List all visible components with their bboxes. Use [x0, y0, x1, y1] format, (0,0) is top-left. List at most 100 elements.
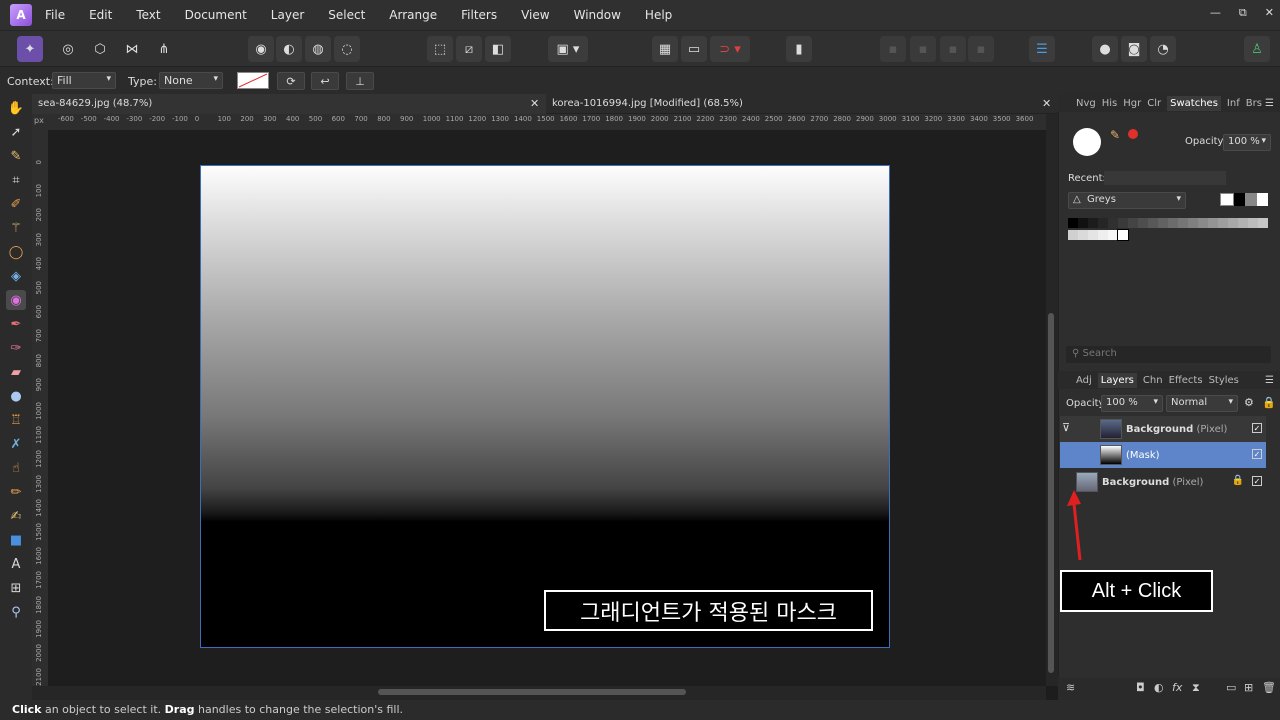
menu-layer[interactable]: Layer — [271, 8, 304, 22]
selection-brush-tool-icon[interactable]: ✐ — [6, 194, 26, 214]
close-button[interactable]: ✕ — [1265, 6, 1274, 20]
tab-histogram[interactable]: Hgr — [1123, 98, 1141, 109]
grey-swatch[interactable] — [1068, 230, 1078, 240]
add-pixel-layer-icon[interactable]: ⊞ — [1244, 681, 1253, 694]
snapping-magnet-icon[interactable]: ⊃ ▾ — [710, 36, 750, 62]
mesh-warp-tool-icon[interactable]: ⊞ — [6, 578, 26, 598]
grey-swatch[interactable] — [1078, 230, 1088, 240]
tab-navigator[interactable]: Nvg — [1076, 98, 1096, 109]
layer-visibility-checkbox[interactable]: ✓ — [1252, 476, 1262, 486]
tab-sea[interactable]: sea-84629.jpg (48.7%) — [32, 94, 546, 114]
white-swatch[interactable] — [1256, 193, 1268, 206]
fill-swatch[interactable] — [237, 72, 269, 89]
type-select[interactable]: None — [159, 72, 223, 89]
black-swatch[interactable] — [1233, 193, 1245, 206]
rectangle-tool-icon[interactable]: ■ — [6, 530, 26, 550]
menu-view[interactable]: View — [521, 8, 549, 22]
grey-swatch[interactable] — [1117, 229, 1129, 241]
freehand-selection-tool-icon[interactable]: ◯ — [6, 242, 26, 262]
mask-layer-icon[interactable]: ◘ — [1136, 681, 1145, 694]
auto-levels-icon[interactable]: ◉ — [248, 36, 274, 62]
tab-channels[interactable]: Chn — [1143, 375, 1163, 386]
grey-swatch[interactable] — [1128, 218, 1138, 228]
zoom-tool-icon[interactable]: ⚲ — [6, 602, 26, 622]
boolean-intersect-icon[interactable]: ◔ — [1150, 36, 1176, 62]
snapping-grid-icon[interactable]: ▦ — [652, 36, 678, 62]
tab-styles[interactable]: Styles — [1209, 375, 1239, 386]
layer-settings-gear-icon[interactable]: ⚙ — [1244, 396, 1254, 409]
grey-swatch-grid[interactable] — [1068, 218, 1268, 244]
grey-swatch[interactable] — [1138, 218, 1148, 228]
boolean-subtract-icon[interactable]: ◙ — [1121, 36, 1147, 62]
grey-swatch[interactable] — [1098, 230, 1108, 240]
grey-swatch[interactable] — [1068, 218, 1078, 228]
vertical-scroll-thumb[interactable] — [1048, 313, 1054, 673]
color-replacement-tool-icon[interactable]: ✑ — [6, 338, 26, 358]
search-input[interactable]: ⚲ Search — [1066, 346, 1271, 363]
grey-swatch[interactable] — [1188, 218, 1198, 228]
grey-swatch[interactable] — [1178, 218, 1188, 228]
layer-row-background-2[interactable]: Background (Pixel) 🔒 ✓ — [1060, 469, 1266, 495]
layer-row-mask[interactable]: (Mask) ✓ — [1060, 442, 1266, 468]
tab-korea-close-icon[interactable]: ✕ — [1042, 97, 1051, 110]
minimize-button[interactable]: — — [1210, 6, 1221, 20]
artistic-text-tool-icon[interactable]: A — [6, 554, 26, 574]
fx-icon[interactable]: fx — [1172, 681, 1182, 694]
grey-swatch[interactable] — [1118, 218, 1128, 228]
grey-swatch[interactable] — [1148, 218, 1158, 228]
fill-color-well[interactable] — [1073, 128, 1101, 156]
marquee-icon[interactable]: ⬚ — [427, 36, 453, 62]
menu-document[interactable]: Document — [185, 8, 247, 22]
menu-help[interactable]: Help — [645, 8, 672, 22]
menu-edit[interactable]: Edit — [89, 8, 112, 22]
color-picker-icon[interactable]: ✎ — [1110, 128, 1120, 142]
grey-swatch[interactable] — [1088, 230, 1098, 240]
menu-select[interactable]: Select — [328, 8, 365, 22]
tab-info[interactable]: Inf — [1227, 98, 1240, 109]
layers-menu-icon[interactable]: ☰ — [1265, 375, 1274, 386]
mask-visibility-checkbox[interactable]: ✓ — [1252, 449, 1262, 459]
rotate-icon[interactable]: ↩ — [311, 72, 339, 90]
flood-fill-tool-icon[interactable]: ◈ — [6, 266, 26, 286]
grey-swatch[interactable] — [1218, 218, 1228, 228]
deselect-icon[interactable]: ⧄ — [456, 36, 482, 62]
account-icon[interactable]: ♙ — [1244, 36, 1270, 62]
tab-layers[interactable]: Layers — [1097, 372, 1137, 388]
grey-swatch[interactable] — [1228, 218, 1238, 228]
cursor-icon[interactable]: ▮ — [786, 36, 812, 62]
develop-persona-icon[interactable]: ⬡ — [87, 36, 113, 62]
auto-colors-icon[interactable]: ◍ — [305, 36, 331, 62]
magic-wand-tool-icon[interactable]: ⚚ — [6, 218, 26, 238]
none-swatch[interactable] — [1220, 193, 1234, 206]
export-persona-icon[interactable]: ⋔ — [151, 36, 177, 62]
aspect-icon[interactable]: ⊥ — [346, 72, 374, 90]
reverse-icon[interactable]: ⟳ — [277, 72, 305, 90]
layer-locked-icon[interactable]: 🔒 — [1232, 475, 1244, 486]
clone-brush-tool-icon[interactable]: ♖ — [6, 410, 26, 430]
auto-contrast-icon[interactable]: ◐ — [276, 36, 302, 62]
tab-sea-close-icon[interactable]: ✕ — [530, 97, 539, 110]
tab-korea[interactable]: korea-1016994.jpg [Modified] (68.5%) — [546, 94, 1058, 114]
grey-swatch[interactable] — [1238, 218, 1248, 228]
delete-layer-icon[interactable]: 🗑 — [1262, 681, 1276, 694]
grey-swatch[interactable] — [1208, 218, 1218, 228]
quick-mask-icon[interactable]: ▣ ▾ — [548, 36, 588, 62]
red-eye-tool-icon[interactable]: ✏ — [6, 482, 26, 502]
context-select[interactable]: Fill — [52, 72, 116, 89]
layer-row-background-1[interactable]: Background (Pixel) ✓ — [1060, 416, 1266, 442]
auto-white-balance-icon[interactable]: ◌ — [334, 36, 360, 62]
panel-menu-icon[interactable]: ☰ — [1265, 98, 1274, 109]
boolean-add-icon[interactable]: ● — [1092, 36, 1118, 62]
grey-swatch[interactable] — [1258, 218, 1268, 228]
photo-persona-icon[interactable]: ✦ — [17, 36, 43, 62]
expand-toggle-icon[interactable]: ⊽ — [1062, 421, 1070, 434]
tab-effects[interactable]: Effects — [1169, 375, 1203, 386]
palette-select[interactable]: Greys — [1068, 192, 1186, 209]
hourglass-icon[interactable]: ⧗ — [1192, 681, 1200, 695]
menu-file[interactable]: File — [45, 8, 65, 22]
grey-swatch[interactable] — [1245, 193, 1257, 206]
grey-swatch[interactable] — [1078, 218, 1088, 228]
smudge-tool-icon[interactable]: ☝ — [6, 458, 26, 478]
blend-mode-select[interactable]: Normal — [1166, 395, 1238, 412]
liquify-persona-icon[interactable]: ◎ — [55, 36, 81, 62]
